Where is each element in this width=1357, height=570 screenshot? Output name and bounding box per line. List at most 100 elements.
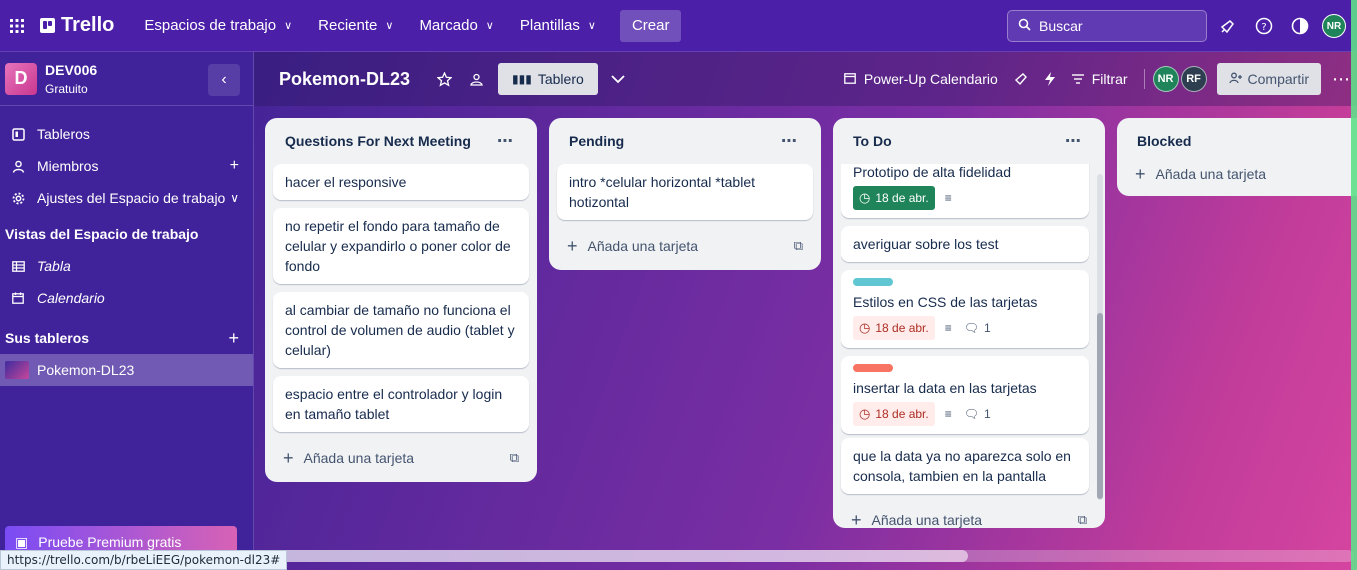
board-scrollbar-thumb[interactable] [262,550,968,562]
clock-icon: ◷ [859,406,871,421]
automation-icon[interactable] [1036,63,1064,95]
add-board-icon[interactable]: + [228,328,239,349]
list-menu-icon[interactable]: ⋯ [489,125,521,157]
card-label[interactable] [853,364,893,372]
add-card-button[interactable]: + Añada una tarjeta ⧉ [273,440,529,476]
due-label: 18 de abr. [875,321,929,335]
card-label[interactable] [853,278,893,286]
board-view-icon: ▮▮▮ [512,72,532,86]
sidebar-item-settings[interactable]: Ajustes del Espacio de trabajo ∨ [0,182,253,214]
boards-section-title: Sus tableros + [0,322,253,354]
board-view-button[interactable]: ▮▮▮ Tablero [498,63,598,95]
sidebar-item-boards[interactable]: Tableros [0,118,253,150]
list-scrollbar-thumb[interactable] [1097,313,1103,499]
card[interactable]: Prototipo de alta fidelidad ◷ 18 de abr. … [841,164,1089,218]
template-icon[interactable]: ⧉ [510,450,519,466]
add-member-icon[interactable]: + [230,157,239,175]
menu-recent[interactable]: Reciente ∨ [308,10,403,42]
member-avatar[interactable]: RF [1180,66,1207,92]
search-placeholder: Buscar [1039,18,1083,34]
member-avatar[interactable]: NR [1152,66,1179,92]
card[interactable]: insertar la data en las tarjetas ◷ 18 de … [841,356,1089,434]
card[interactable]: no repetir el fondo para tamaño de celul… [273,208,529,284]
due-date-badge[interactable]: ◷ 18 de abr. [853,402,935,426]
description-icon: ≡ [944,407,952,421]
person-icon [10,160,26,173]
megaphone-icon[interactable] [1214,12,1242,40]
search-input[interactable]: Buscar [1007,10,1207,42]
sidebar-view-calendar[interactable]: Calendario [0,282,253,314]
filter-icon [1071,72,1084,87]
sidebar-view-table[interactable]: Tabla [0,250,253,282]
menu-templates[interactable]: Plantillas ∨ [510,10,606,42]
sidebar-board-pokemon[interactable]: Pokemon-DL23 [0,354,253,386]
menu-starred[interactable]: Marcado ∨ [409,10,503,42]
sidebar-board-label: Pokemon-DL23 [37,362,135,378]
menu-workspaces[interactable]: Espacios de trabajo ∨ [134,10,302,42]
filter-button[interactable]: Filtrar [1064,63,1136,95]
list-title: Blocked [1137,133,1192,149]
theme-icon[interactable] [1286,12,1314,40]
board-header: Pokemon-DL23 ▮▮▮ Tablero Power-Up Calend… [254,52,1357,106]
list-header[interactable]: Pending ⋯ [557,118,813,164]
add-card-button[interactable]: + Añada una tarjeta [1125,156,1357,192]
list-title: Pending [569,133,625,149]
template-icon[interactable]: ⧉ [1078,512,1087,528]
calendar-powerup-button[interactable]: Power-Up Calendario [836,63,1006,95]
list-menu-icon[interactable]: ⋯ [773,125,805,157]
comment-count: 1 [983,321,991,335]
card[interactable]: que la data ya no aparezca solo en conso… [841,438,1089,494]
workspace-avatar: D [5,62,37,95]
sidebar-item-members[interactable]: Miembros + [0,150,253,182]
section-title: Vistas del Espacio de trabajo [5,226,199,242]
board-title[interactable]: Pokemon-DL23 [279,69,410,90]
card[interactable]: intro *celular horizontal *tablet hotizo… [557,164,813,220]
briefcase-icon: ▣ [15,533,29,550]
card[interactable]: hacer el responsive [273,164,529,200]
menu-label: Espacios de trabajo [144,17,277,34]
description-icon: ≡ [944,191,952,205]
user-avatar[interactable]: NR [1322,14,1346,38]
create-button[interactable]: Crear [619,9,682,42]
window-edge [1351,0,1357,570]
comment-icon: 🗨︎ [963,321,979,335]
card-title: Prototipo de alta fidelidad [853,164,1011,180]
rocket-icon[interactable] [1006,63,1036,95]
svg-text:?: ? [1261,22,1266,33]
chevron-down-icon[interactable] [602,63,634,95]
due-date-badge[interactable]: ◷ 18 de abr. [853,186,935,210]
add-card-button[interactable]: + Añada una tarjeta ⧉ [557,228,813,264]
app-switcher-icon[interactable] [0,0,34,52]
sidebar: D DEV006 Gratuito ‹ Tableros Miembros + … [0,52,254,570]
due-date-badge[interactable]: ◷ 18 de abr. [853,316,935,340]
comment-badge: 🗨︎ 1 [964,318,991,338]
collapse-sidebar-button[interactable]: ‹ [208,64,240,96]
chevron-down-icon[interactable]: ∨ [230,191,239,205]
list-header[interactable]: To Do ⋯ [841,118,1097,164]
card[interactable]: al cambiar de tamaño no funciona el cont… [273,292,529,368]
clock-icon: ◷ [859,190,871,205]
chevron-down-icon: ∨ [284,20,293,32]
board-thumbnail [5,361,29,379]
list-header[interactable]: Questions For Next Meeting ⋯ [273,118,529,164]
help-icon[interactable]: ? [1250,12,1278,40]
browser-status-url: https://trello.com/b/rbeLiEEG/pokemon-dl… [0,550,288,570]
board-horizontal-scrollbar[interactable] [262,550,1354,562]
card[interactable]: espacio entre el controlador y login en … [273,376,529,432]
list-todo: To Do ⋯ Prototipo de alta fidelidad ◷ 18 … [833,118,1105,528]
template-icon[interactable]: ⧉ [794,238,803,254]
add-card-button[interactable]: + Añada una tarjeta ⧉ [841,502,1097,529]
menu-label: Plantillas [519,17,580,34]
view-label: Tablero [537,71,584,87]
visibility-icon[interactable] [460,63,492,95]
card[interactable]: averiguar sobre los test [841,226,1089,262]
trello-logo[interactable]: Trello [40,14,114,37]
list-menu-icon[interactable]: ⋯ [1057,125,1089,157]
add-card-label: Añada una tarjeta [871,512,983,528]
filter-label: Filtrar [1091,71,1128,87]
share-button[interactable]: Compartir [1216,63,1321,95]
card[interactable]: Estilos en CSS de las tarjetas ◷ 18 de ab… [841,270,1089,348]
star-icon[interactable] [428,63,460,95]
menu-label: Marcado [419,17,478,34]
comment-icon: 🗨︎ [963,407,979,421]
